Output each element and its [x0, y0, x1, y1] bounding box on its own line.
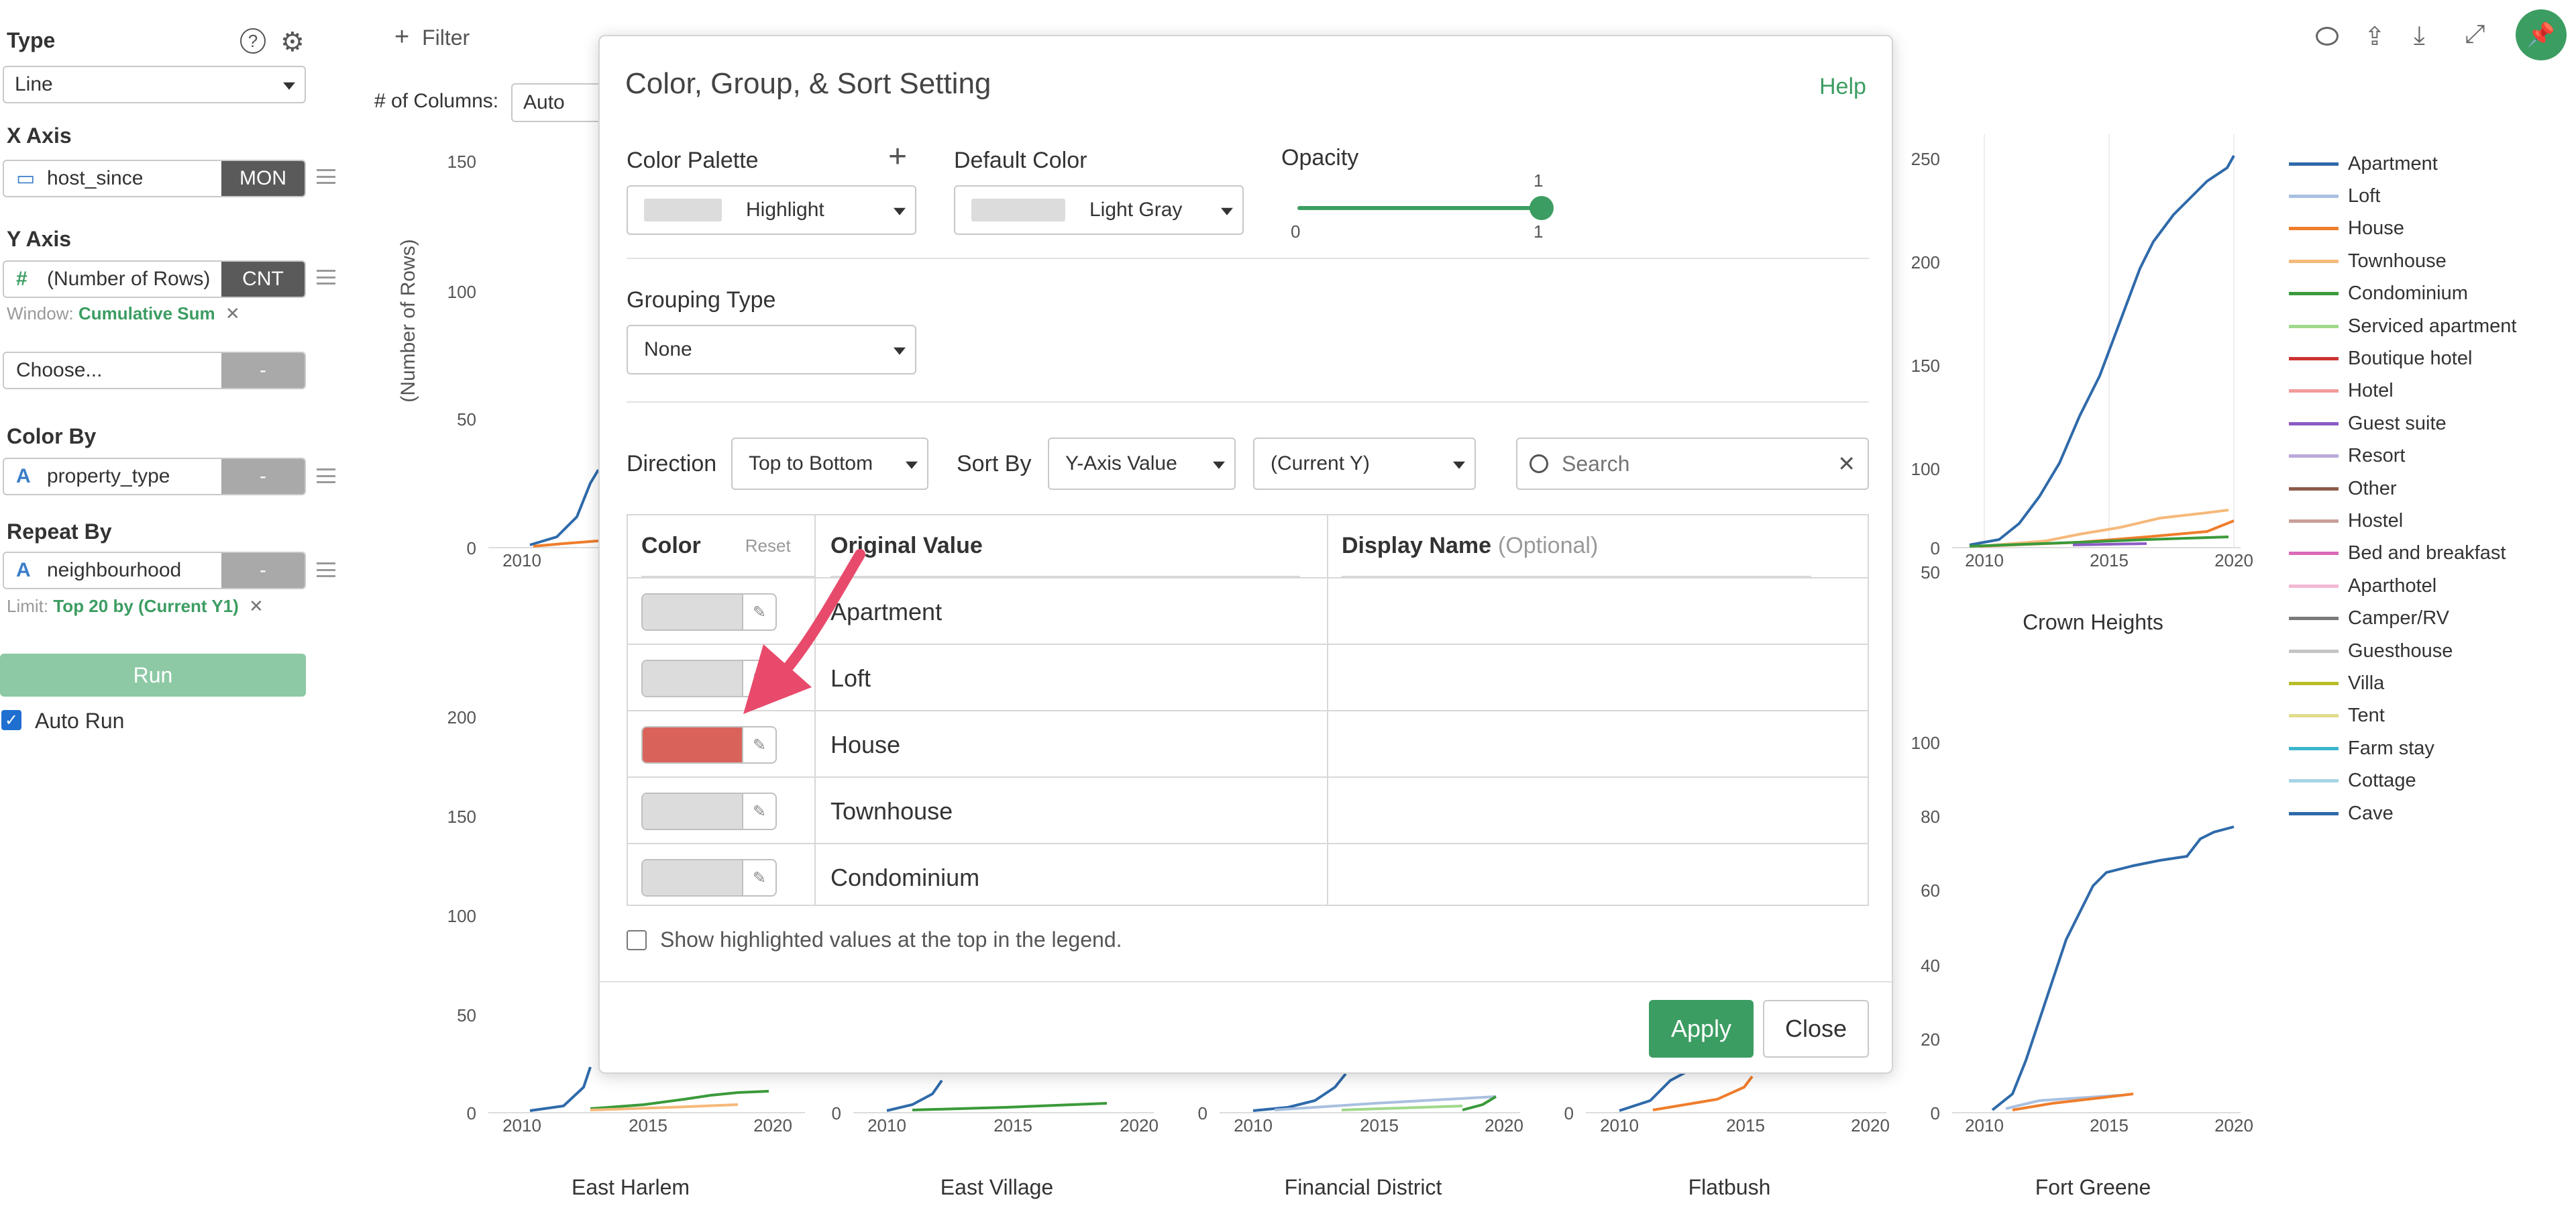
- annotation-arrow: [743, 549, 865, 714]
- arrow-shaft: [780, 549, 865, 676]
